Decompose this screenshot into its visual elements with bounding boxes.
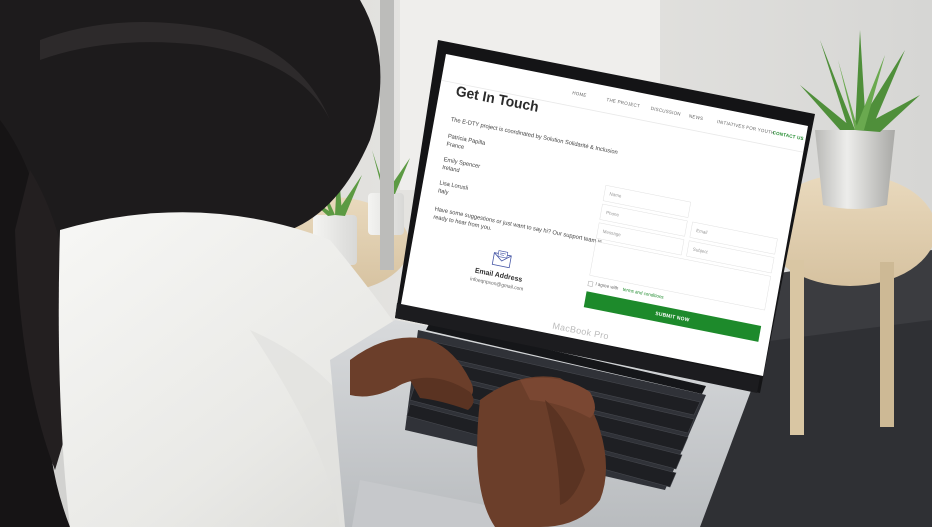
nav-contact-us[interactable]: CONTACT US — [772, 130, 804, 141]
nav-discussion[interactable]: DISCUSSION — [650, 106, 681, 117]
nav-news[interactable]: NEWS — [689, 114, 704, 122]
agree-text: I agree with — [594, 281, 619, 292]
envelope-icon — [491, 250, 512, 269]
name-placeholder: Name — [609, 191, 622, 199]
phone-placeholder: Phone — [605, 210, 620, 218]
nav-the-project[interactable]: THE PROJECT — [606, 97, 640, 109]
nav-initiatives-for-youth[interactable]: INITIATIVES FOR YOUTH — [717, 119, 775, 135]
terms-checkbox[interactable] — [587, 280, 594, 287]
subject-placeholder: Subject — [692, 246, 709, 255]
nav-home[interactable]: HOME — [572, 90, 587, 98]
message-placeholder: Message — [602, 228, 622, 238]
contact-country-3: Italy — [437, 186, 450, 196]
email-placeholder: Email — [695, 228, 708, 236]
intro-text: The E-DTY project is coordinated by Solu… — [450, 115, 619, 156]
photo-scene: HOME THE PROJECT DISCUSSION NEWS INITIAT… — [0, 0, 932, 527]
